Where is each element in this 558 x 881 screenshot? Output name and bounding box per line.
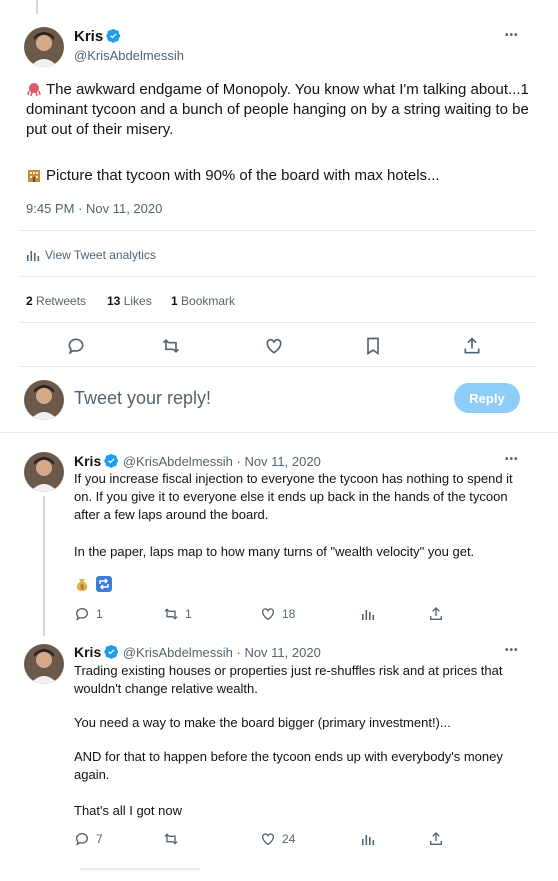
reply-text-p2: You need a way to make the board bigger … — [74, 715, 451, 730]
author-block: Kris @KrisAbdelmessih — [74, 28, 184, 63]
retweets-count: 2 — [26, 294, 33, 308]
reply-author-handle[interactable]: @KrisAbdelmessih — [123, 454, 233, 469]
reply-icon — [76, 608, 88, 621]
bookmarks-label: Bookmark — [181, 294, 236, 308]
more-options-button[interactable]: ••• — [505, 454, 519, 465]
reply-text-p4: That's all I got now — [74, 803, 182, 818]
retweets-stat[interactable]: 2 Retweets — [26, 294, 86, 308]
bookmarks-stat[interactable]: 1 Bookmark — [171, 294, 235, 308]
like-count: 18 — [282, 607, 296, 621]
reply-author-handle[interactable]: @KrisAbdelmessih — [123, 645, 233, 660]
like-icon — [262, 833, 274, 846]
hotel-emoji-icon — [26, 167, 42, 183]
tweet-text: The awkward endgame of Monopoly. You kno… — [26, 80, 531, 140]
reply-thread-line — [43, 496, 45, 636]
retweet-icon — [164, 608, 178, 620]
retweet-action[interactable] — [163, 831, 179, 847]
likes-label: Likes — [123, 294, 152, 308]
retweet-icon[interactable] — [161, 336, 181, 356]
reply-text-p3: AND for that to happen before the tycoon… — [74, 749, 503, 782]
divider — [20, 230, 536, 231]
share-icon[interactable] — [428, 831, 444, 847]
share-icon[interactable] — [462, 336, 482, 356]
reply-date[interactable]: · Nov 11, 2020 — [237, 645, 321, 660]
reply-date[interactable]: · Nov 11, 2020 — [237, 454, 321, 469]
analytics-icon[interactable] — [361, 607, 375, 621]
retweet-icon — [164, 833, 178, 845]
view-analytics-link[interactable]: View Tweet analytics — [26, 248, 156, 262]
tweet-timestamp[interactable]: 9:45 PM · Nov 11, 2020 — [26, 201, 162, 216]
verified-badge-icon — [104, 644, 119, 659]
verified-badge-icon — [104, 453, 119, 468]
retweet-action[interactable]: 1 — [163, 606, 192, 622]
reply-count: 7 — [96, 832, 103, 846]
divider — [20, 366, 536, 367]
likes-count: 13 — [107, 294, 121, 308]
like-icon[interactable] — [264, 336, 284, 356]
like-count: 24 — [282, 832, 296, 846]
reply-header: Kris @KrisAbdelmessih · Nov 11, 2020 — [74, 644, 321, 660]
like-action[interactable]: 18 — [260, 606, 295, 622]
analytics-icon — [27, 251, 40, 261]
reply-button[interactable]: Reply — [454, 383, 520, 413]
divider — [20, 276, 536, 277]
reply-text-p1: If you increase fiscal injection to ever… — [74, 471, 513, 522]
avatar[interactable] — [24, 27, 64, 67]
octopus-emoji-icon — [26, 81, 42, 97]
divider — [20, 322, 536, 323]
bottom-edge — [80, 868, 200, 870]
repeat-emoji-icon — [96, 576, 112, 592]
reply-header: Kris @KrisAbdelmessih · Nov 11, 2020 — [74, 453, 321, 469]
reply-action[interactable]: 1 — [74, 606, 103, 622]
divider — [0, 432, 558, 433]
reply-count: 1 — [96, 607, 103, 621]
retweet-count: 1 — [185, 607, 192, 621]
reply-avatar[interactable] — [24, 452, 64, 492]
main-tweet-top-line — [36, 0, 38, 14]
reply-author-name[interactable]: Kris — [74, 644, 101, 660]
reply-text-p2: In the paper, laps map to how many turns… — [74, 544, 475, 559]
likes-stat[interactable]: 13 Likes — [107, 294, 152, 308]
reply-text-p1: Trading existing houses or properties ju… — [74, 663, 503, 696]
more-options-button[interactable]: ••• — [505, 645, 519, 656]
money-bag-emoji-icon: $ — [74, 576, 90, 592]
reply-avatar[interactable] — [24, 644, 64, 684]
like-icon — [262, 608, 274, 621]
author-handle[interactable]: @KrisAbdelmessih — [74, 48, 184, 63]
verified-badge-icon — [106, 28, 121, 43]
more-options-button[interactable]: ••• — [505, 30, 519, 41]
reply-emojis: $ — [74, 576, 116, 592]
reply-icon — [76, 833, 88, 846]
bookmark-icon[interactable] — [363, 336, 383, 356]
reply-icon[interactable] — [66, 336, 86, 356]
composer-avatar[interactable] — [24, 380, 64, 420]
author-name[interactable]: Kris — [74, 28, 103, 45]
analytics-label: View Tweet analytics — [45, 248, 156, 262]
reply-author-name[interactable]: Kris — [74, 453, 101, 469]
tweet-text-p1: The awkward endgame of Monopoly. You kno… — [26, 81, 529, 138]
tweet-text-p2: Picture that tycoon with 90% of the boar… — [46, 167, 440, 184]
reply-input[interactable]: Tweet your reply! — [74, 388, 211, 409]
analytics-icon[interactable] — [361, 832, 375, 846]
tweet-text-2: Picture that tycoon with 90% of the boar… — [26, 166, 531, 186]
bookmarks-count: 1 — [171, 294, 178, 308]
retweets-label: Retweets — [36, 294, 87, 308]
share-icon[interactable] — [428, 606, 444, 622]
reply-action[interactable]: 7 — [74, 831, 103, 847]
like-action[interactable]: 24 — [260, 831, 295, 847]
